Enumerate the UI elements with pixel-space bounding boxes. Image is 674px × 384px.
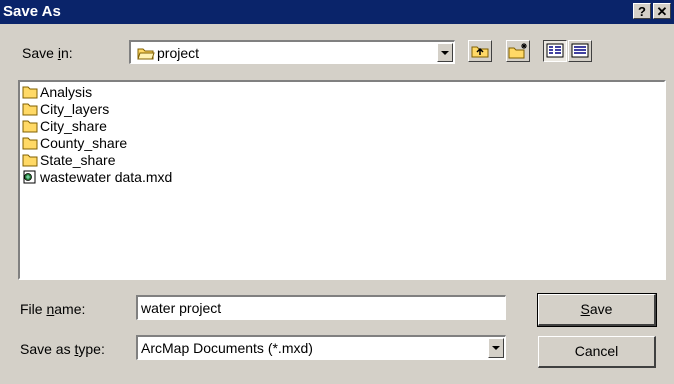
folder-icon [22, 137, 38, 150]
save-in-combo[interactable]: project [129, 40, 455, 64]
save-as-type-value: ArcMap Documents (*.mxd) [141, 340, 313, 356]
file-list[interactable]: Analysis City_layers City_share County_s… [18, 80, 666, 280]
save-as-type-combo[interactable]: ArcMap Documents (*.mxd) [136, 335, 506, 360]
file-label: State_share [40, 152, 116, 168]
folder-up-icon [471, 46, 489, 58]
save-as-type-label: Save as type: [20, 341, 105, 357]
file-name-label-pre: File [20, 301, 47, 317]
title-bar: Save As ? ✕ [0, 0, 674, 24]
save-button-label: ave [589, 301, 613, 317]
save-button[interactable]: Save [537, 293, 657, 327]
mxd-document-icon [23, 170, 36, 184]
window-title: Save As [3, 3, 61, 20]
file-label: Analysis [40, 84, 93, 100]
close-button[interactable]: ✕ [653, 3, 671, 19]
save-as-dialog: Save As ? ✕ Save in: project Analysis Ci… [0, 0, 674, 384]
file-label: City_share [40, 118, 107, 134]
list-view-icon [546, 43, 564, 58]
file-name-label-post: ame: [54, 301, 86, 317]
file-name-input[interactable]: water project [136, 295, 506, 320]
file-name-value: water project [141, 300, 222, 316]
save-button-key: S [580, 301, 590, 317]
chevron-down-icon[interactable] [437, 43, 453, 62]
create-new-folder-button[interactable] [506, 40, 530, 62]
save-in-label: Save in: [22, 45, 73, 61]
folder-icon [22, 86, 38, 99]
details-view-icon [571, 43, 589, 58]
list-view-button[interactable] [543, 40, 567, 62]
up-one-level-button[interactable] [468, 40, 492, 62]
file-name-label: File name: [20, 301, 85, 317]
help-button[interactable]: ? [633, 3, 651, 19]
open-folder-icon [137, 48, 155, 60]
save-as-type-label-pre: Save as [20, 341, 75, 357]
folder-icon [22, 120, 38, 133]
file-label: wastewater data.mxd [40, 169, 173, 185]
folder-icon [22, 103, 38, 116]
save-as-type-label-post: ype: [78, 341, 105, 357]
file-label: City_layers [40, 101, 110, 117]
cancel-button[interactable]: Cancel [538, 336, 656, 368]
details-view-button[interactable] [568, 40, 592, 62]
folder-icon [22, 154, 38, 167]
file-label: County_share [40, 135, 128, 151]
save-in-label-post: n: [60, 45, 73, 61]
new-folder-icon [508, 43, 527, 59]
save-in-label-pre: Save [22, 45, 58, 61]
save-in-value: project [157, 45, 200, 61]
chevron-down-icon[interactable] [488, 338, 504, 358]
